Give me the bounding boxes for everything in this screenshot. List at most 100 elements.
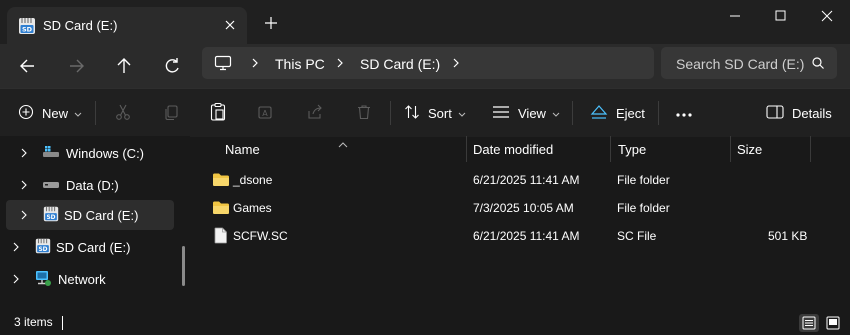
svg-text:SD: SD bbox=[38, 247, 47, 253]
file-row[interactable]: _dsone 6/21/2025 11:41 AM File folder bbox=[206, 166, 836, 194]
nav-item-label: SD Card (E:) bbox=[56, 239, 131, 255]
nav-item-label: Windows (C:) bbox=[66, 145, 145, 161]
nav-item-label: Network bbox=[58, 271, 106, 287]
chevron-right-icon bbox=[451, 55, 461, 74]
new-button[interactable]: New bbox=[18, 99, 82, 127]
chevron-down-icon bbox=[74, 106, 82, 121]
refresh-button[interactable] bbox=[156, 52, 188, 80]
sort-label: Sort bbox=[428, 105, 452, 121]
trash-icon bbox=[355, 103, 373, 124]
drive-icon bbox=[42, 177, 60, 194]
chevron-right-icon bbox=[12, 240, 28, 255]
column-divider[interactable] bbox=[810, 136, 811, 162]
item-count: 3 items bbox=[14, 315, 53, 329]
nav-item-sd-card-e-root[interactable]: SD SD Card (E:) bbox=[12, 232, 130, 262]
details-label: Details bbox=[792, 105, 832, 121]
command-bar: New A Sort View Eject Details bbox=[0, 88, 850, 137]
file-icon bbox=[214, 227, 228, 247]
view-list-icon bbox=[492, 105, 510, 122]
nav-item-label: SD Card (E:) bbox=[64, 207, 139, 223]
close-window-button[interactable] bbox=[804, 0, 850, 32]
sd-card-icon: SD bbox=[17, 16, 37, 39]
file-name: Games bbox=[233, 201, 272, 215]
share-icon bbox=[306, 103, 324, 124]
close-tab-icon[interactable] bbox=[219, 14, 241, 36]
copy-button[interactable] bbox=[162, 99, 180, 127]
toolbar-divider bbox=[390, 101, 391, 125]
status-divider bbox=[62, 316, 63, 330]
file-list: Name Date modified Type Size _dsone 6/21… bbox=[190, 136, 850, 312]
copy-icon bbox=[162, 103, 180, 124]
paste-button[interactable] bbox=[209, 99, 227, 127]
chevron-right-icon bbox=[12, 272, 28, 287]
search-box[interactable]: Search SD Card (E:) bbox=[661, 47, 837, 79]
chevron-right-icon bbox=[20, 146, 36, 161]
details-pane-icon bbox=[766, 104, 784, 122]
back-button[interactable] bbox=[12, 52, 44, 80]
up-button[interactable] bbox=[108, 52, 140, 80]
file-row[interactable]: SCFW.SC 6/21/2025 11:41 AM SC File 501 K… bbox=[206, 222, 836, 250]
breadcrumb-this-pc[interactable]: This PC bbox=[275, 56, 325, 72]
chevron-right-icon bbox=[335, 55, 345, 74]
eject-button[interactable]: Eject bbox=[590, 99, 645, 127]
scissors-icon bbox=[114, 103, 132, 124]
chevron-right-icon bbox=[20, 208, 36, 223]
file-size: 501 KB bbox=[768, 229, 808, 243]
cut-button[interactable] bbox=[114, 99, 132, 127]
maximize-button[interactable] bbox=[758, 0, 804, 32]
nav-item-network[interactable]: Network bbox=[12, 264, 106, 294]
more-options-button[interactable] bbox=[675, 99, 693, 127]
sort-ascending-icon bbox=[338, 136, 348, 151]
column-divider[interactable] bbox=[730, 136, 731, 162]
windows-drive-icon bbox=[42, 145, 60, 162]
share-button[interactable] bbox=[306, 99, 324, 127]
column-divider[interactable] bbox=[610, 136, 611, 162]
minimize-button[interactable] bbox=[712, 0, 758, 32]
column-header-name[interactable]: Name bbox=[225, 142, 260, 168]
file-date: 6/21/2025 11:41 AM bbox=[473, 229, 580, 243]
sort-button[interactable]: Sort bbox=[404, 99, 466, 127]
view-button[interactable]: View bbox=[492, 99, 560, 127]
svg-text:SD: SD bbox=[22, 26, 33, 34]
details-view-button[interactable] bbox=[799, 314, 819, 332]
search-icon bbox=[811, 56, 825, 73]
folder-icon bbox=[212, 172, 230, 190]
nav-item-windows-c[interactable]: Windows (C:) bbox=[20, 138, 144, 168]
column-header-date-modified[interactable]: Date modified bbox=[473, 142, 553, 168]
column-header-size[interactable]: Size bbox=[737, 142, 762, 168]
nav-item-data-d[interactable]: Data (D:) bbox=[20, 170, 119, 200]
sd-card-icon: SD bbox=[42, 205, 60, 226]
rename-button[interactable]: A bbox=[257, 99, 275, 127]
new-tab-button[interactable] bbox=[260, 12, 282, 34]
chevron-right-icon bbox=[250, 55, 260, 74]
breadcrumb-sd-card[interactable]: SD Card (E:) bbox=[360, 56, 440, 72]
details-pane-button[interactable]: Details bbox=[766, 99, 832, 127]
large-icons-view-button[interactable] bbox=[823, 314, 843, 332]
plus-circle-icon bbox=[18, 104, 34, 123]
chevron-down-icon bbox=[458, 106, 466, 121]
nav-scrollbar[interactable] bbox=[182, 246, 185, 286]
column-divider[interactable] bbox=[466, 136, 467, 162]
rename-icon: A bbox=[257, 103, 275, 124]
this-pc-icon bbox=[214, 55, 232, 74]
tab-sd-card[interactable]: SD SD Card (E:) bbox=[7, 7, 247, 44]
network-icon bbox=[34, 269, 52, 290]
nav-item-sd-card-e[interactable]: SD SD Card (E:) bbox=[20, 200, 138, 230]
address-bar[interactable]: This PC SD Card (E:) bbox=[202, 47, 654, 79]
sort-icon bbox=[404, 104, 420, 123]
file-type: File folder bbox=[617, 201, 670, 215]
folder-icon bbox=[212, 200, 230, 218]
delete-button[interactable] bbox=[355, 99, 373, 127]
ellipsis-icon bbox=[675, 106, 693, 121]
forward-button[interactable] bbox=[60, 52, 92, 80]
tab-title: SD Card (E:) bbox=[43, 18, 118, 33]
view-label: View bbox=[518, 105, 546, 121]
file-row[interactable]: Games 7/3/2025 10:05 AM File folder bbox=[206, 194, 836, 222]
toolbar-divider bbox=[572, 101, 573, 125]
search-placeholder: Search SD Card (E:) bbox=[676, 56, 805, 72]
file-explorer-window: SD SD Card (E:) This PC SD Card (E:) Sea… bbox=[0, 0, 850, 335]
address-bar-row: This PC SD Card (E:) Search SD Card (E:) bbox=[0, 44, 850, 88]
svg-text:SD: SD bbox=[46, 215, 55, 221]
file-type: SC File bbox=[617, 229, 657, 243]
column-header-type[interactable]: Type bbox=[618, 142, 646, 168]
